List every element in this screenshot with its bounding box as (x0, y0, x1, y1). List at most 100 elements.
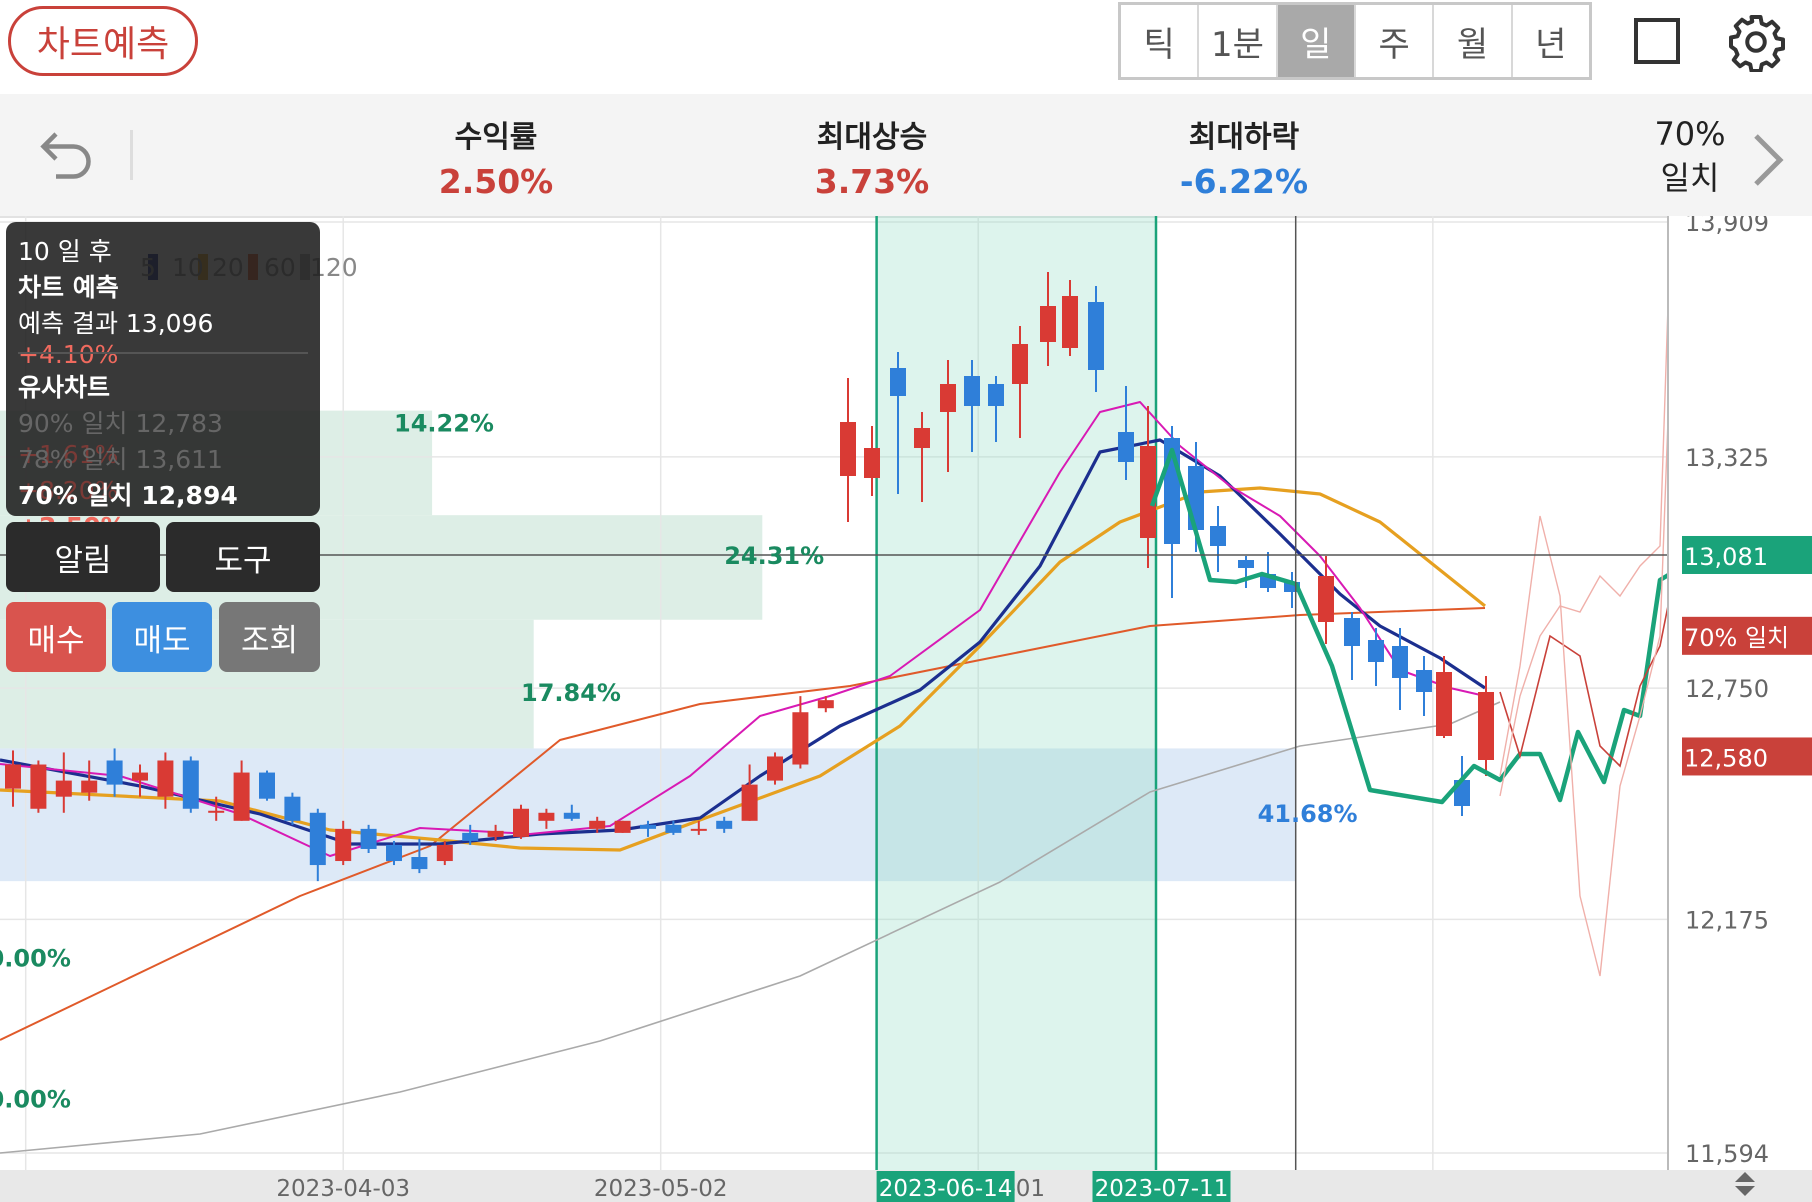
alert-button[interactable]: 알림 (6, 522, 160, 592)
max-drop-stat: 최대하락 -6.22% (1134, 112, 1354, 201)
period-tab-week[interactable]: 주 (1356, 5, 1435, 77)
candle (741, 784, 758, 821)
candle (1238, 560, 1254, 568)
period-tabs: 틱 1분 일 주 월 년 (1118, 2, 1592, 80)
view-button[interactable]: 조회 (219, 602, 320, 672)
y-tick-label: 12,175 (1685, 906, 1769, 934)
candle (233, 772, 250, 821)
max-drop-label: 최대하락 (1188, 120, 1300, 155)
buy-button[interactable]: 매수 (6, 602, 106, 672)
zone-percent-label: 41.68% (1258, 800, 1358, 828)
candle (1344, 618, 1360, 646)
y-tick-label: 13,909 (1685, 216, 1769, 237)
period-tab-1min[interactable]: 1분 (1199, 5, 1278, 77)
candle (964, 376, 980, 406)
prediction-label: 예측 결과 (18, 309, 118, 338)
candle (1062, 296, 1078, 348)
candle (106, 760, 123, 785)
return-label: 수익률 (454, 120, 538, 155)
candle (208, 810, 225, 813)
chart-prediction-title-button[interactable]: 차트예측 (8, 6, 198, 76)
candle (665, 824, 682, 833)
candle (157, 760, 174, 797)
similar-value: 12,783 (135, 409, 223, 438)
match-selector[interactable]: 70% 일치 (1630, 112, 1750, 200)
candle (988, 384, 1004, 406)
candle (1318, 576, 1334, 622)
prediction-pct: +4.10% (18, 340, 119, 369)
top-bar: 차트예측 틱 1분 일 주 월 년 (0, 0, 1812, 94)
similar-value: 12,894 (141, 481, 238, 510)
candle (1140, 446, 1156, 538)
x-tick-label: 2023-05-02 (594, 1176, 728, 1202)
similar-label: 78% 일치 (18, 445, 128, 474)
candle (1392, 646, 1408, 678)
candle (940, 384, 956, 412)
candle (386, 844, 402, 862)
candle (309, 812, 326, 866)
candle (840, 422, 856, 476)
return-value: 2.50% (438, 162, 554, 201)
similar-label: 90% 일치 (18, 409, 128, 438)
candle (5, 764, 21, 789)
prediction-result: 예측 결과 13,096 +4.10% (18, 304, 320, 369)
candle (914, 428, 930, 448)
max-rise-stat: 최대상승 3.73% (762, 112, 982, 201)
candle (30, 764, 47, 809)
candle (690, 828, 707, 831)
candle (259, 772, 275, 799)
candle (538, 812, 555, 821)
y-tick-label: 11,594 (1685, 1140, 1769, 1168)
candle (1478, 692, 1494, 760)
date-highlight-label: 2023-06-14 (879, 1176, 1013, 1202)
fullscreen-square-icon[interactable] (1634, 18, 1680, 64)
candle (767, 756, 783, 781)
prediction-value: 13,096 (125, 309, 214, 338)
zone-percent-label: 14.22% (394, 410, 494, 438)
candle (1416, 670, 1432, 692)
match-label: 일치 (1660, 159, 1720, 197)
zone-percent-label: 0.00% (0, 945, 71, 973)
tools-button[interactable]: 도구 (166, 522, 320, 592)
candle (1088, 302, 1104, 370)
candle (1436, 672, 1452, 736)
date-highlight-label: 2023-07-11 (1095, 1176, 1229, 1202)
x-tick-label: 2023-04-03 (276, 1176, 410, 1202)
candle (284, 796, 301, 821)
candle (132, 772, 148, 781)
undo-icon[interactable] (36, 124, 96, 184)
period-tab-month[interactable]: 월 (1434, 5, 1513, 77)
similar-value: 13,611 (135, 445, 223, 474)
return-stat: 수익률 2.50% (386, 112, 606, 201)
price-tag-label: 70% 일치 (1684, 624, 1789, 652)
stats-bar: 수익률 2.50% 최대상승 3.73% 최대하락 -6.22% 70% 일치 (0, 94, 1812, 218)
candle (1210, 526, 1226, 546)
candle (589, 820, 606, 829)
max-drop-value: -6.22% (1179, 162, 1309, 201)
candle (1040, 306, 1056, 342)
candle (335, 828, 352, 862)
candle (182, 760, 199, 809)
candle (817, 700, 834, 709)
candle (360, 828, 377, 849)
zone-percent-label: 17.84% (521, 679, 621, 707)
period-tab-day[interactable]: 일 (1277, 5, 1356, 77)
zone-percent-label: 0.00% (0, 1085, 71, 1113)
candle (563, 812, 580, 819)
gear-icon[interactable] (1726, 12, 1786, 72)
candle (864, 448, 880, 478)
period-tab-tick[interactable]: 틱 (1121, 5, 1200, 77)
candle (1012, 344, 1028, 384)
period-tab-year[interactable]: 년 (1513, 5, 1589, 77)
similar-charts-title: 유사차트 (18, 373, 111, 402)
candle (436, 844, 453, 862)
max-rise-value: 3.73% (814, 162, 930, 201)
candle (81, 780, 98, 793)
candle (55, 780, 72, 797)
candle (640, 824, 656, 829)
zone-percent-label: 24.31% (724, 542, 824, 570)
sell-button[interactable]: 매도 (112, 602, 212, 672)
candle (411, 857, 428, 870)
chevron-right-icon[interactable] (1748, 130, 1788, 190)
similar-label: 70% 일치 (18, 481, 133, 510)
